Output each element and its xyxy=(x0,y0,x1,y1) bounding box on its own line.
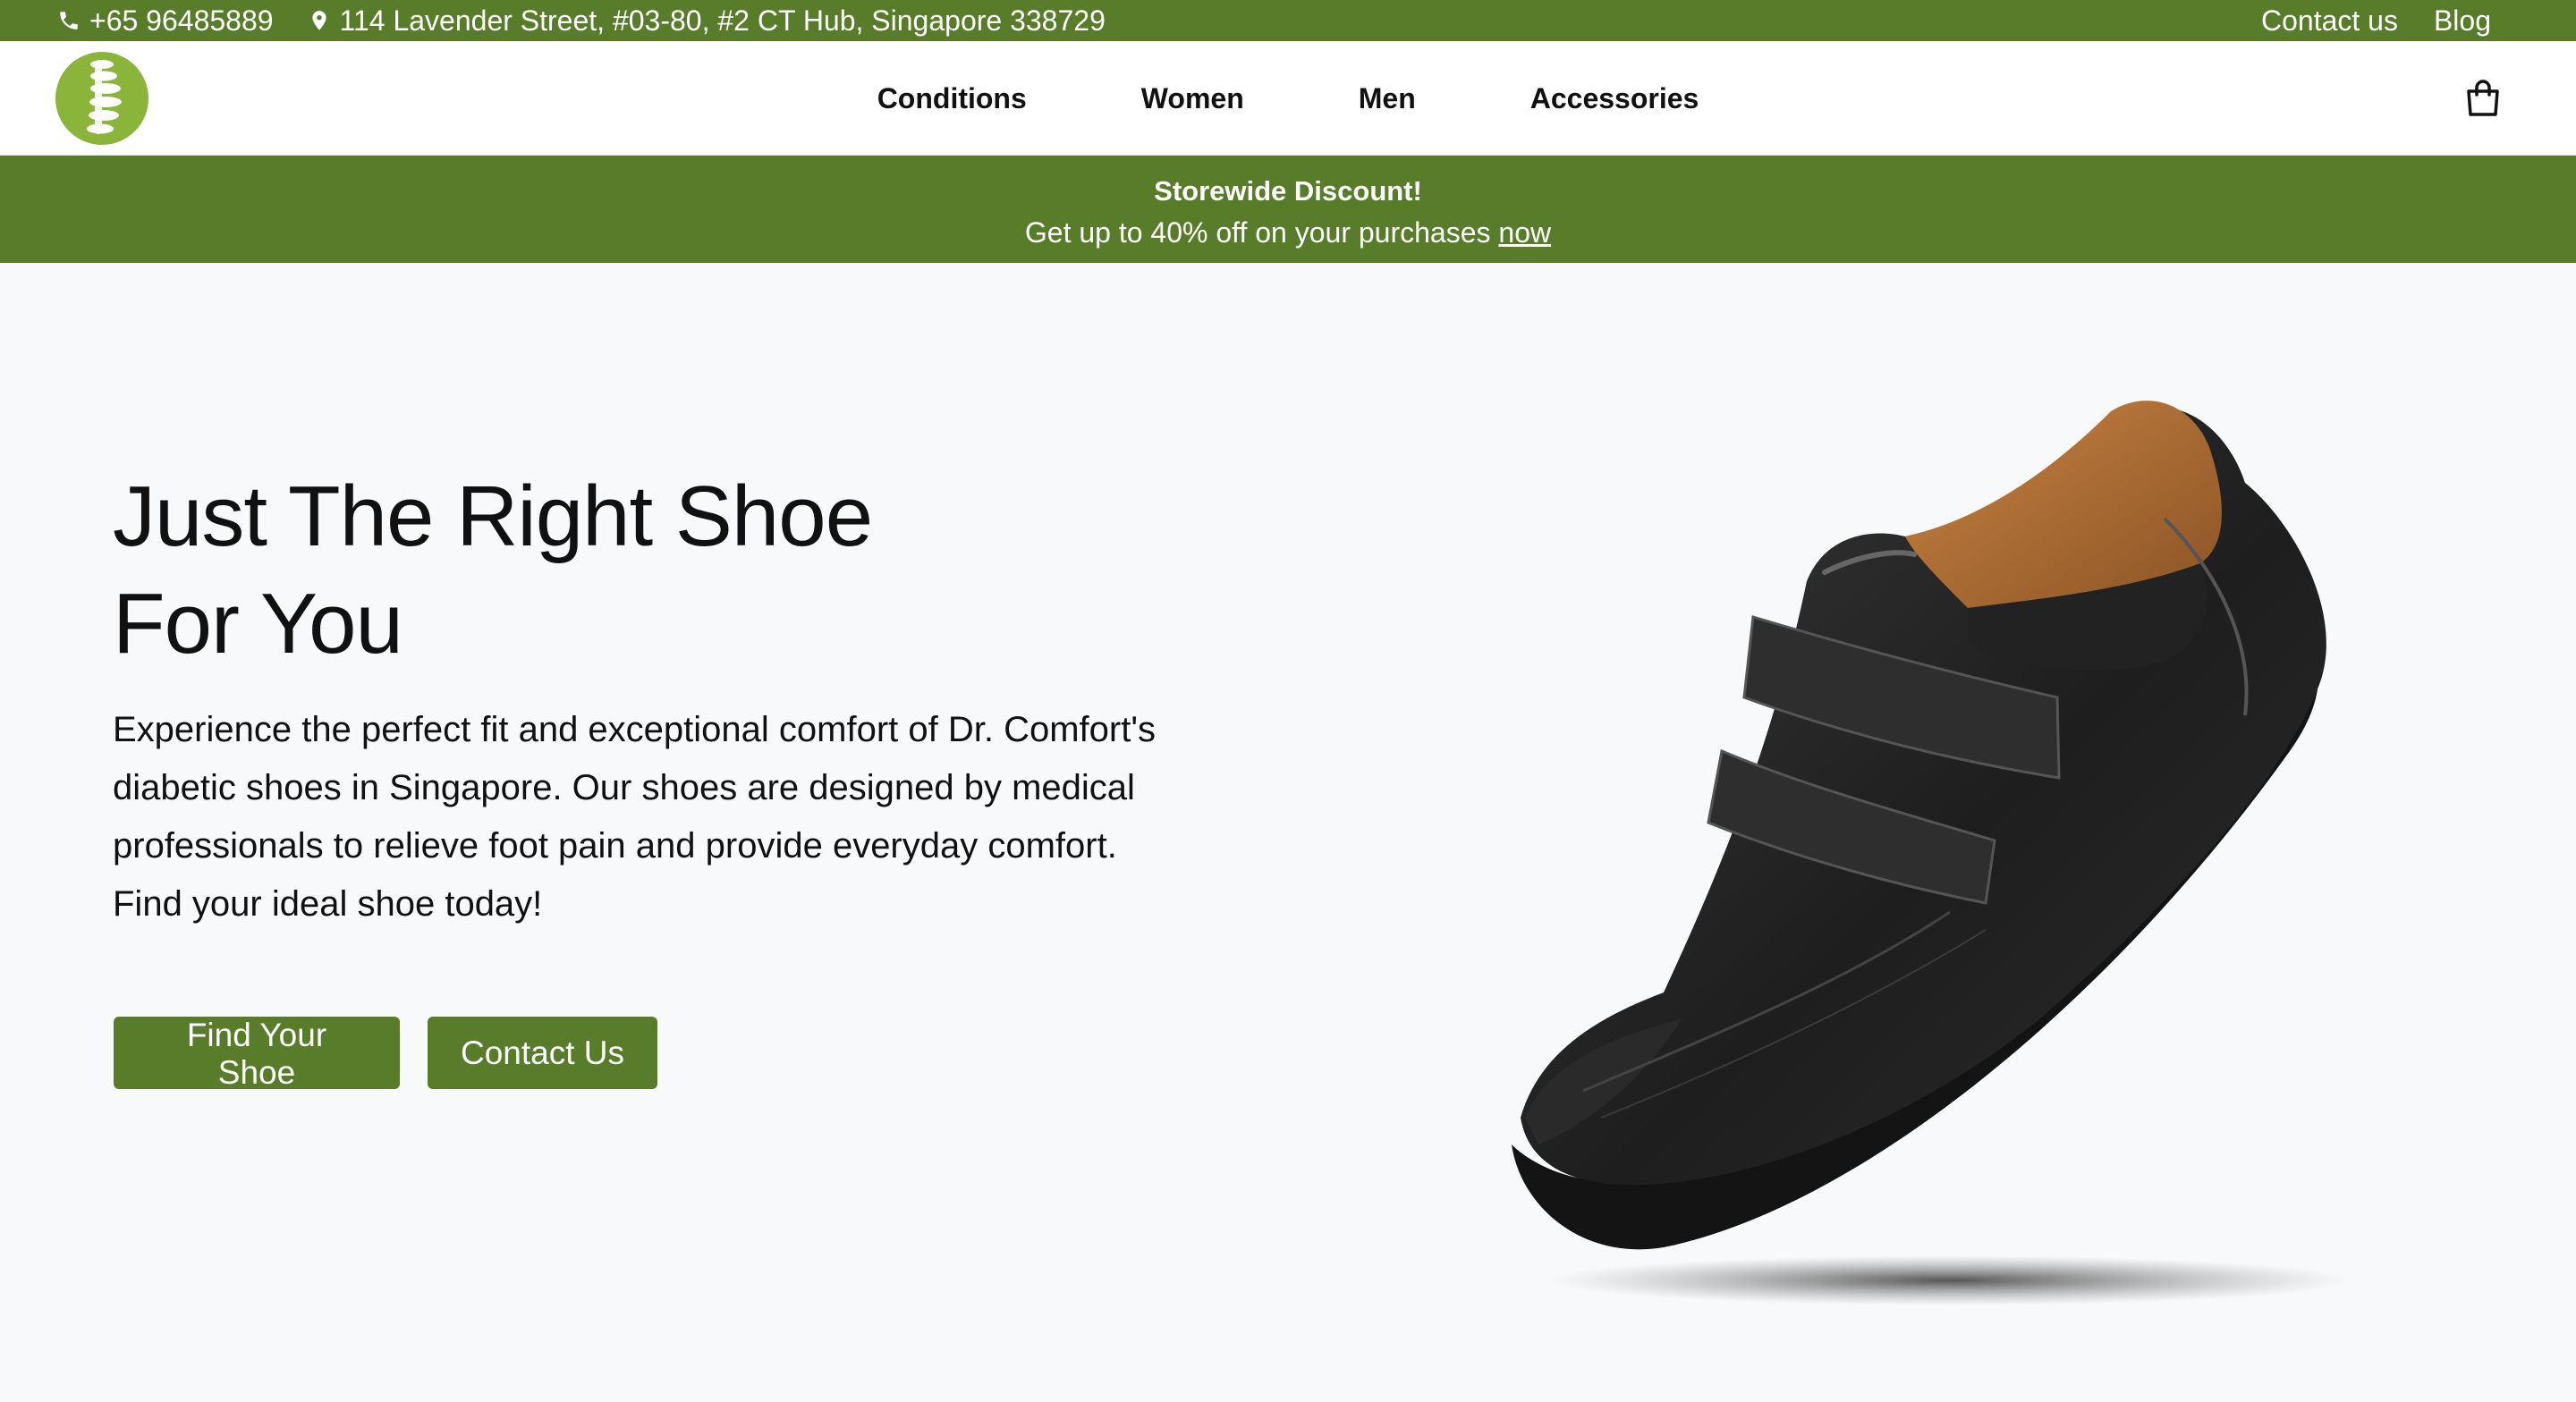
contact-info: +65 96485889 114 Lavender Street, #03-80… xyxy=(57,4,1140,38)
shoe-product-image xyxy=(1512,401,2352,1305)
find-your-shoe-button[interactable]: Find Your Shoe xyxy=(114,1017,400,1091)
promo-text-line: Get up to 40% off on your purchases now xyxy=(0,216,2576,249)
contact-us-link[interactable]: Contact us xyxy=(2261,4,2398,38)
blog-link[interactable]: Blog xyxy=(2434,4,2491,38)
spine-logo-icon xyxy=(87,60,122,134)
top-info-bar: +65 96485889 114 Lavender Street, #03-80… xyxy=(0,0,2576,41)
promo-title: Storewide Discount! xyxy=(1154,175,1422,207)
shopping-bag-icon xyxy=(2467,80,2499,116)
cart-button[interactable] xyxy=(2463,79,2503,118)
primary-nav: Conditions Women Men Accessories xyxy=(0,41,2576,156)
hero-title-line-2: For You xyxy=(113,576,403,671)
hero-title-line-1: Just The Right Shoe xyxy=(113,469,873,564)
site-logo[interactable] xyxy=(55,52,148,145)
address-text: 114 Lavender Street, #03-80, #2 CT Hub, … xyxy=(339,4,1106,37)
location-pin-icon xyxy=(311,11,326,30)
hero-description: Experience the perfect fit and exception… xyxy=(113,710,1156,924)
address-info[interactable]: 114 Lavender Street, #03-80, #2 CT Hub, … xyxy=(308,4,1106,38)
nav-item-accessories[interactable]: Accessories xyxy=(1530,82,1699,115)
promo-now-link[interactable]: now xyxy=(1498,216,1551,249)
phone-info[interactable]: +65 96485889 xyxy=(57,4,274,38)
nav-item-conditions[interactable]: Conditions xyxy=(877,82,1027,115)
promo-text: Get up to 40% off on your purchases xyxy=(1024,216,1491,249)
main-navbar: Conditions Women Men Accessories xyxy=(0,41,2576,156)
top-links: Contact us Blog xyxy=(2225,4,2491,38)
hero-title: Just The Right Shoe For You xyxy=(113,463,1097,678)
contact-us-button[interactable]: Contact Us xyxy=(428,1017,657,1089)
phone-icon xyxy=(60,12,78,30)
nav-item-men[interactable]: Men xyxy=(1359,82,1416,115)
nav-item-women[interactable]: Women xyxy=(1141,82,1244,115)
phone-number: +65 96485889 xyxy=(89,4,274,37)
promo-banner: Storewide Discount! Get up to 40% off on… xyxy=(0,156,2576,263)
